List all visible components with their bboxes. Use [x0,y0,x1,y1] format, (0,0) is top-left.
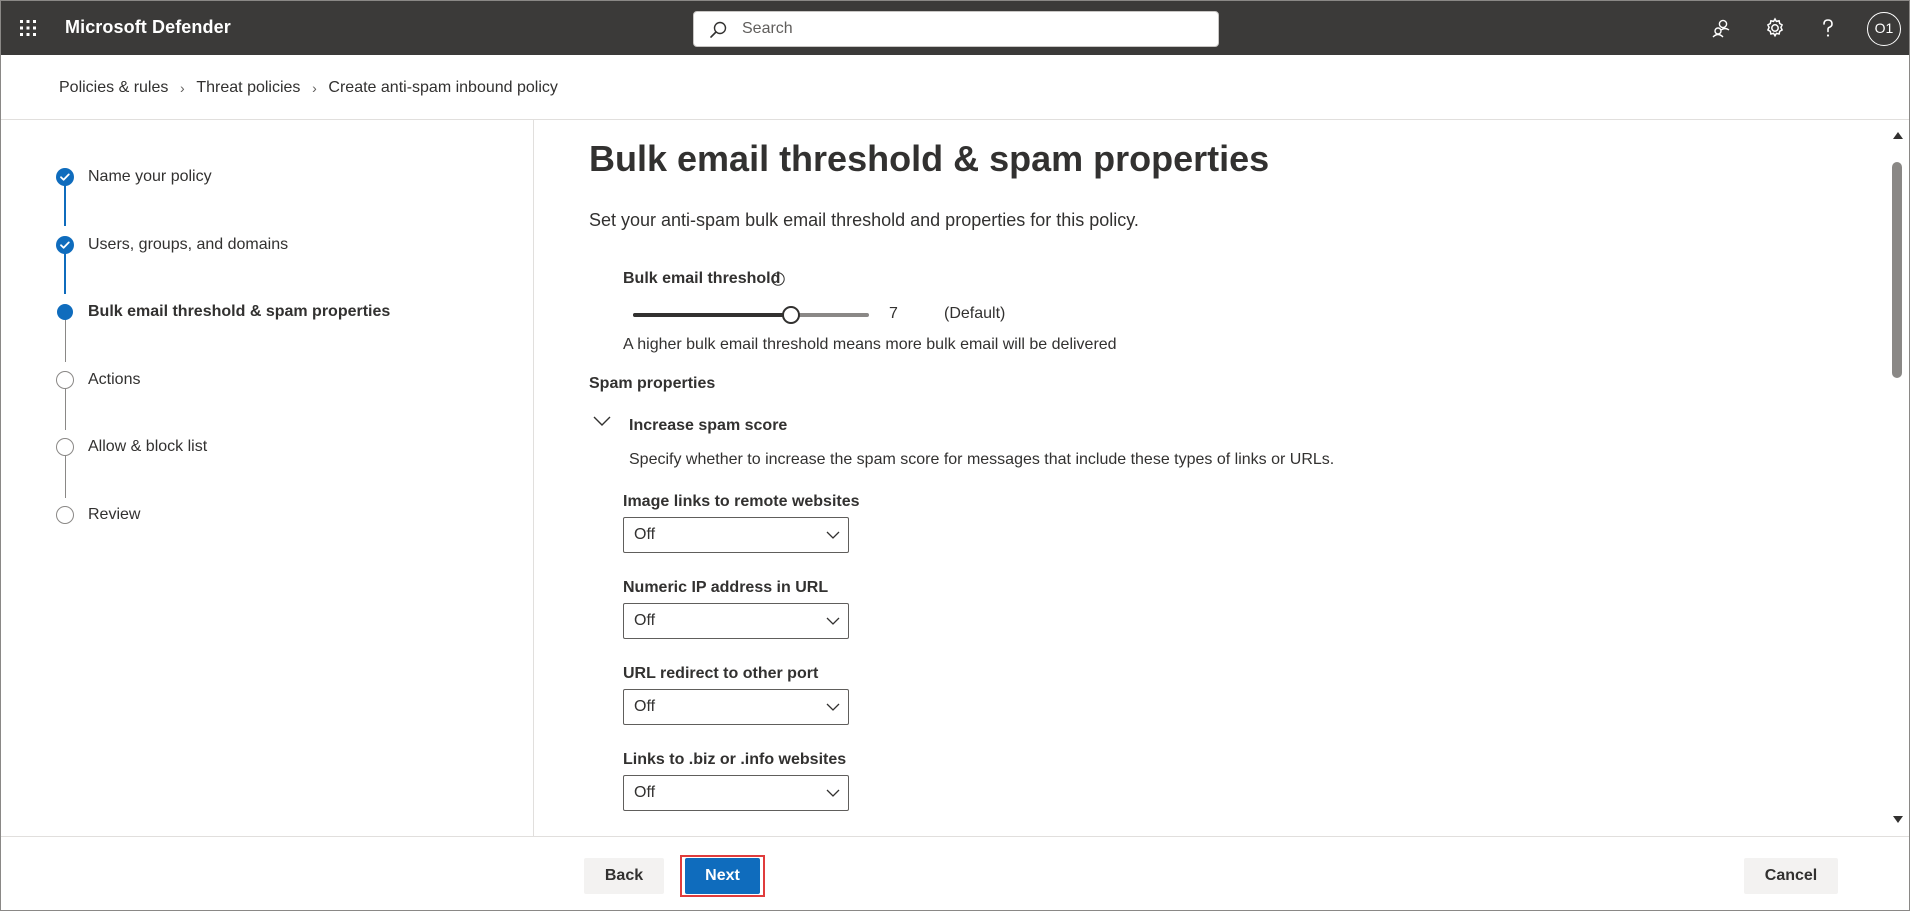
dropdown-value: Off [634,612,656,629]
main-content: Bulk email threshold & spam properties S… [535,120,1885,836]
biz-info-label: Links to .biz or .info websites [623,751,847,768]
pending-step-circle-icon [56,371,74,389]
step-label: Name your policy [88,168,212,185]
image-links-dropdown[interactable]: Off [623,517,849,553]
bulk-threshold-slider[interactable] [633,306,869,324]
dropdown-value: Off [634,784,656,801]
current-step-dot-icon [57,304,73,320]
pending-step-circle-icon [56,438,74,456]
top-bar: Microsoft Defender O1 [1,1,1909,55]
next-button-highlight: Next [680,855,765,897]
numeric-ip-label: Numeric IP address in URL [623,579,829,596]
back-button[interactable]: Back [584,858,664,894]
chevron-down-icon [826,789,840,797]
step-connector [64,248,66,294]
step-connector [64,452,66,498]
numeric-ip-dropdown[interactable]: Off [623,603,849,639]
step-label: Bulk email threshold & spam properties [88,303,391,320]
search-box[interactable] [693,11,1219,47]
settings-gear-icon[interactable] [1763,16,1787,40]
dropdown-value: Off [634,526,656,543]
help-icon[interactable] [1816,16,1840,40]
chevron-down-icon [826,703,840,711]
info-icon[interactable] [771,272,785,286]
breadcrumb: Policies & rules › Threat policies › Cre… [59,78,558,98]
app-title[interactable]: Microsoft Defender [65,17,231,38]
breadcrumb-current-page: Create anti-spam inbound policy [328,79,558,96]
vertical-scrollbar[interactable] [1886,120,1908,836]
bulk-threshold-label: Bulk email threshold [623,270,781,287]
step-connector [64,180,66,226]
slider-fill [633,313,792,317]
breadcrumb-threat-policies[interactable]: Threat policies [196,79,300,97]
default-note: (Default) [944,305,1006,322]
chevron-right-icon: › [312,80,317,96]
checkmark-icon [56,168,74,186]
search-input[interactable] [740,12,1210,46]
next-button[interactable]: Next [685,858,760,894]
url-redirect-dropdown[interactable]: Off [623,689,849,725]
search-icon [710,21,727,38]
cancel-button[interactable]: Cancel [1744,858,1838,894]
scroll-down-arrow-icon[interactable] [1892,815,1904,825]
slider-value: 7 [889,305,898,322]
breadcrumb-policies-rules[interactable]: Policies & rules [59,79,168,97]
dropdown-value: Off [634,698,656,715]
chevron-down-icon[interactable] [592,414,612,428]
step-label: Allow & block list [88,438,208,455]
wizard-steps: Name your policy Users, groups, and doma… [0,120,534,836]
spam-properties-heading: Spam properties [589,375,716,392]
step-label: Users, groups, and domains [88,236,289,253]
slider-thumb[interactable] [782,306,801,324]
wizard-footer: Back Next Cancel [1,836,1909,910]
chevron-down-icon [826,617,840,625]
image-links-label: Image links to remote websites [623,493,860,510]
step-label: Actions [88,371,141,388]
scrollbar-thumb[interactable] [1892,162,1902,378]
community-icon[interactable] [1709,16,1733,40]
step-connector [64,384,66,430]
chevron-right-icon: › [180,80,185,96]
biz-info-dropdown[interactable]: Off [623,775,849,811]
chevron-down-icon [826,531,840,539]
increase-spam-score-description: Specify whether to increase the spam sco… [629,451,1335,468]
user-avatar[interactable]: O1 [1867,12,1901,46]
pending-step-circle-icon [56,506,74,524]
increase-spam-score-toggle[interactable]: Increase spam score [629,417,787,435]
page-description: Set your anti-spam bulk email threshold … [589,210,1139,230]
url-redirect-label: URL redirect to other port [623,665,819,682]
step-connector [64,316,66,362]
app-launcher-icon[interactable] [18,18,38,38]
checkmark-icon [56,236,74,254]
step-label: Review [88,506,141,523]
page-title: Bulk email threshold & spam properties [589,138,1270,179]
bulk-threshold-help: A higher bulk email threshold means more… [623,336,1117,353]
scroll-up-arrow-icon[interactable] [1892,130,1904,140]
